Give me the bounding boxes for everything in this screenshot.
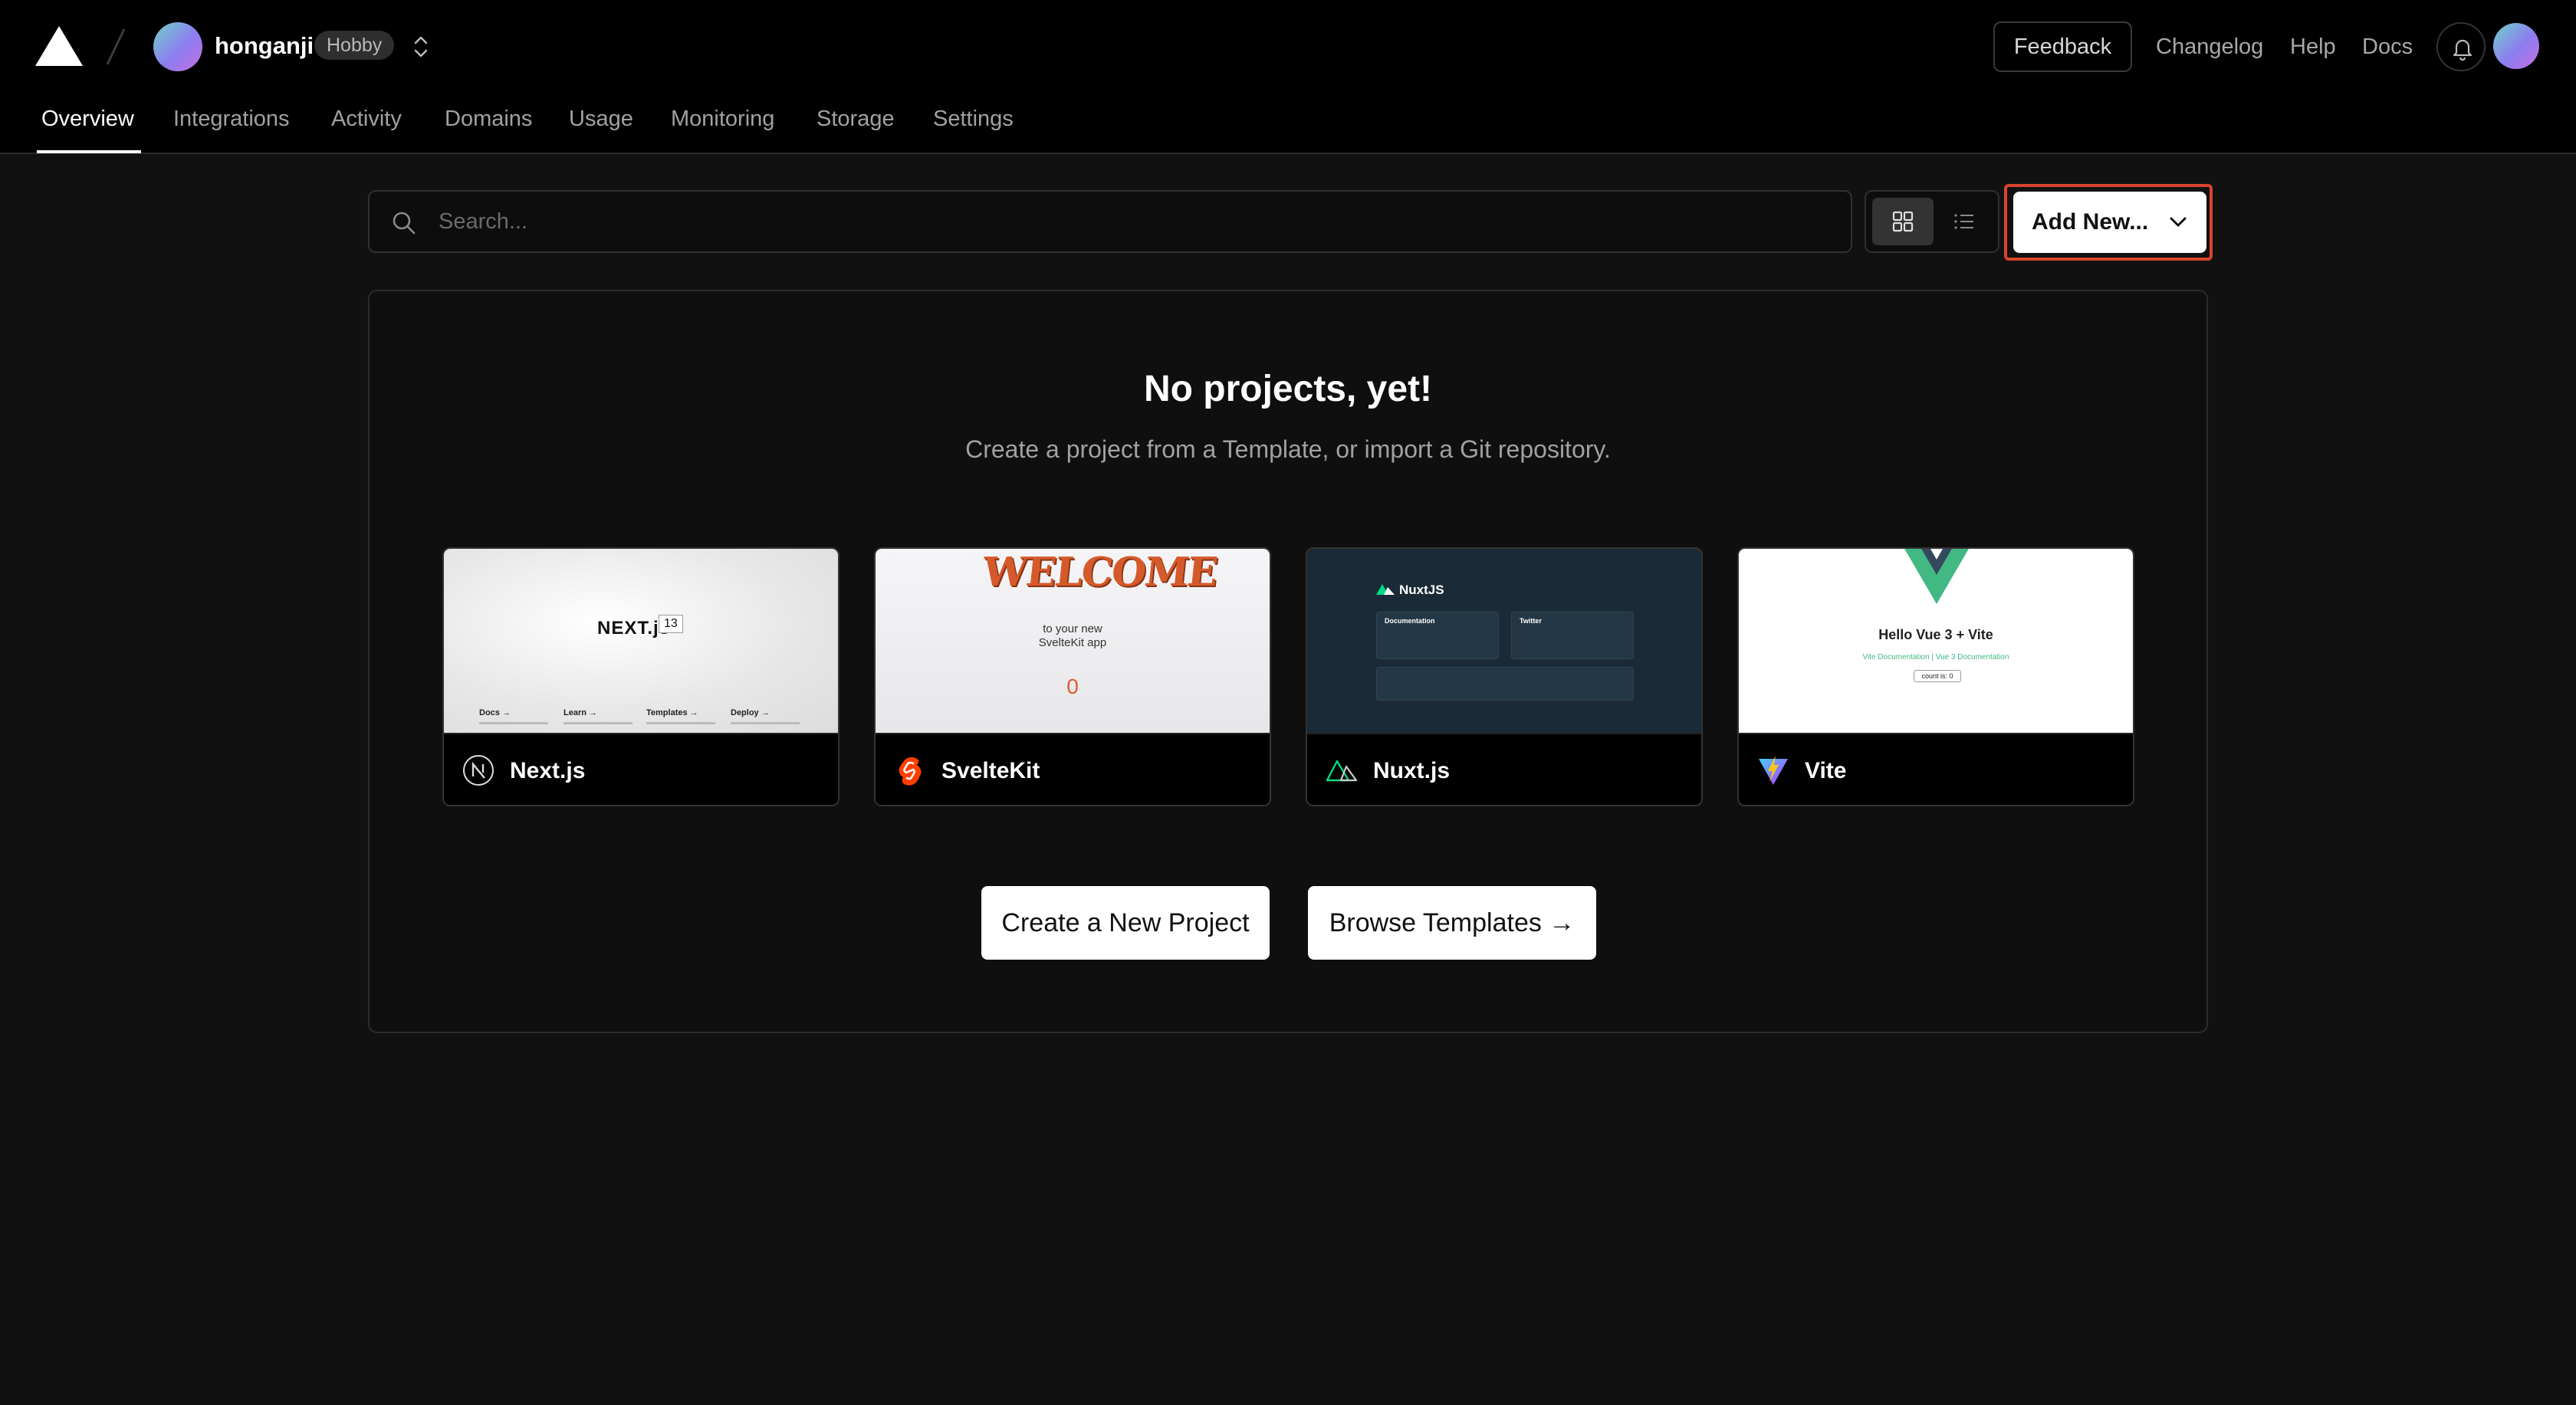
card-footer: Next.js bbox=[444, 733, 838, 805]
preview-counter: 0 bbox=[1066, 675, 1079, 698]
card-footer: SvelteKit bbox=[876, 733, 1270, 805]
preview-title: Hello Vue 3 + Vite bbox=[1878, 627, 1993, 642]
projects-panel: No projects, yet! Create a project from … bbox=[368, 290, 2208, 1033]
preview-link: Templates → bbox=[646, 708, 698, 717]
docs-link[interactable]: Docs bbox=[2362, 31, 2413, 63]
tab-monitoring[interactable]: Monitoring bbox=[671, 101, 774, 136]
changelog-link[interactable]: Changelog bbox=[2156, 31, 2263, 63]
preview-links: Vite Documentation | Vue 3 Documentation bbox=[1862, 653, 2009, 661]
user-avatar[interactable] bbox=[2493, 23, 2539, 69]
template-card-sveltekit[interactable]: WELCOME to your new SvelteKit app 0 Svel… bbox=[874, 547, 1271, 806]
nav-tabs: Overview Integrations Activity Domains U… bbox=[0, 98, 2576, 154]
preview-panel: Documentation bbox=[1376, 612, 1499, 659]
tab-storage[interactable]: Storage bbox=[816, 101, 895, 136]
preview-text-line bbox=[646, 722, 715, 724]
vite-icon bbox=[1759, 756, 1788, 785]
add-new-label: Add New... bbox=[2032, 209, 2149, 235]
nextjs-version-badge: 13 bbox=[659, 615, 683, 633]
help-link[interactable]: Help bbox=[2290, 31, 2336, 63]
preview-panel: Twitter bbox=[1511, 612, 1634, 659]
vue-logo-icon bbox=[1904, 549, 1969, 604]
preview-panel-title: Documentation bbox=[1385, 617, 1435, 625]
tab-activity[interactable]: Activity bbox=[331, 101, 402, 136]
preview-text-line bbox=[479, 722, 548, 724]
tab-settings[interactable]: Settings bbox=[933, 101, 1014, 136]
vercel-logo-icon[interactable] bbox=[35, 26, 83, 66]
template-name: Vite bbox=[1805, 758, 1847, 783]
nuxtjs-preview: NuxtJS Documentation Twitter bbox=[1307, 549, 1701, 733]
nuxt-brand: NuxtJS bbox=[1399, 583, 1444, 597]
nuxt-icon bbox=[1326, 760, 1358, 782]
template-name: Nuxt.js bbox=[1373, 758, 1451, 783]
preview-button: count is: 0 bbox=[1914, 670, 1961, 682]
grid-icon bbox=[1892, 211, 1914, 232]
template-card-nextjs[interactable]: NEXT.js 13 Docs → Learn → Templates → De… bbox=[442, 547, 840, 806]
list-view-button[interactable] bbox=[1934, 198, 1995, 245]
tab-usage[interactable]: Usage bbox=[569, 101, 633, 136]
search-input[interactable] bbox=[437, 199, 1817, 244]
empty-state-subtitle: Create a project from a Template, or imp… bbox=[965, 435, 1611, 463]
template-name: Next.js bbox=[510, 758, 586, 783]
welcome-headline: WELCOME bbox=[980, 549, 1219, 596]
list-icon bbox=[1954, 214, 1973, 229]
notifications-button[interactable] bbox=[2436, 22, 2486, 71]
sveltekit-preview: WELCOME to your new SvelteKit app 0 bbox=[876, 549, 1270, 733]
tab-overview[interactable]: Overview bbox=[41, 101, 134, 136]
browse-templates-button[interactable]: Browse Templates → bbox=[1308, 886, 1596, 960]
active-tab-indicator bbox=[37, 150, 141, 153]
template-name: SvelteKit bbox=[941, 758, 1040, 783]
vite-preview: Hello Vue 3 + Vite Vite Documentation | … bbox=[1739, 549, 2133, 733]
tab-domains[interactable]: Domains bbox=[445, 101, 532, 136]
preview-text-line bbox=[731, 722, 800, 724]
plan-badge: Hobby bbox=[314, 31, 395, 60]
tab-integrations[interactable]: Integrations bbox=[173, 101, 290, 136]
search-box bbox=[368, 190, 1852, 253]
top-header: honganji Hobby Feedback Changelog Help D… bbox=[0, 0, 2576, 154]
search-icon bbox=[393, 212, 416, 235]
preview-panel-title: Twitter bbox=[1520, 617, 1542, 625]
card-footer: Vite bbox=[1739, 733, 2133, 805]
template-card-nuxtjs[interactable]: NuxtJS Documentation Twitter Nuxt.js bbox=[1306, 547, 1703, 806]
nextjs-icon bbox=[463, 755, 494, 786]
grid-view-button[interactable] bbox=[1872, 198, 1934, 245]
preview-text: SvelteKit app bbox=[1038, 636, 1107, 649]
preview-panel bbox=[1376, 667, 1634, 701]
feedback-button[interactable]: Feedback bbox=[1993, 21, 2132, 72]
preview-text-line bbox=[564, 722, 632, 724]
view-toggle bbox=[1865, 190, 1999, 253]
team-name[interactable]: honganji bbox=[215, 31, 314, 61]
preview-link: Deploy → bbox=[731, 708, 770, 717]
preview-link: Docs → bbox=[479, 708, 511, 717]
chevron-down-icon bbox=[2170, 217, 2187, 227]
breadcrumb-separator bbox=[106, 28, 126, 65]
nextjs-preview: NEXT.js 13 Docs → Learn → Templates → De… bbox=[444, 549, 838, 733]
team-switcher-icon[interactable] bbox=[411, 32, 431, 61]
preview-link: Learn → bbox=[564, 708, 598, 717]
empty-state-title: No projects, yet! bbox=[1143, 369, 1433, 409]
create-new-project-button[interactable]: Create a New Project bbox=[981, 886, 1270, 960]
preview-text: to your new bbox=[1043, 622, 1102, 635]
add-new-button[interactable]: Add New... bbox=[2013, 192, 2206, 253]
nuxt-logo-icon bbox=[1376, 584, 1395, 595]
svelte-icon bbox=[899, 757, 922, 786]
team-avatar[interactable] bbox=[153, 22, 202, 71]
card-footer: Nuxt.js bbox=[1307, 733, 1701, 805]
bell-icon bbox=[2453, 39, 2472, 61]
template-card-vite[interactable]: Hello Vue 3 + Vite Vite Documentation | … bbox=[1737, 547, 2134, 806]
